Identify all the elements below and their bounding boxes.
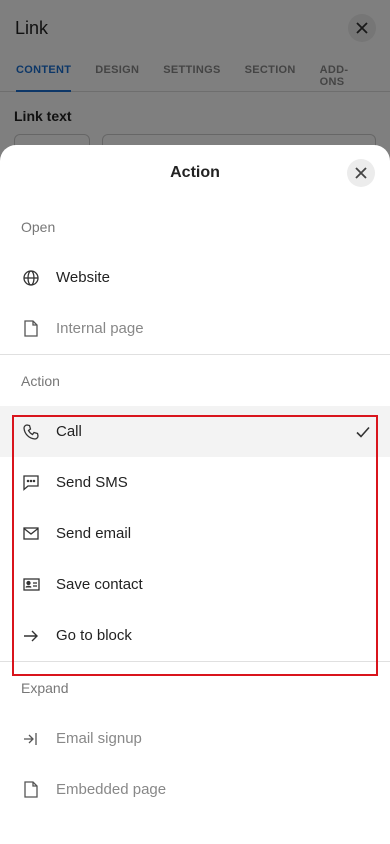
option-label: Email signup (56, 730, 142, 747)
option-label: Call (56, 423, 82, 440)
option-save-contact[interactable]: Save contact (0, 559, 390, 610)
document-icon (22, 781, 40, 799)
option-label: Save contact (56, 576, 143, 593)
option-go-to-block[interactable]: Go to block (0, 610, 390, 661)
sheet-header: Action (0, 145, 390, 201)
section-title-action: Action (21, 372, 60, 389)
option-label: Send SMS (56, 474, 128, 491)
sign-in-icon (22, 730, 40, 748)
close-icon (355, 167, 367, 179)
option-embedded-page[interactable]: Embedded page (0, 764, 390, 815)
document-icon (22, 320, 40, 338)
option-email-signup[interactable]: Email signup (0, 713, 390, 764)
option-label: Send email (56, 525, 132, 542)
action-sheet: Action Open Website Internal page Action… (0, 145, 390, 844)
contact-card-icon (22, 576, 40, 594)
phone-icon (22, 423, 40, 441)
option-website[interactable]: Website (0, 252, 390, 303)
sheet-close-button[interactable] (347, 159, 375, 187)
mail-icon (22, 525, 40, 543)
section-title-expand: Expand (21, 679, 69, 696)
checkmark-icon (356, 426, 370, 438)
arrow-right-icon (22, 627, 40, 645)
option-label: Website (56, 269, 110, 286)
globe-icon (22, 269, 40, 287)
option-label: Embedded page (56, 781, 167, 798)
option-call[interactable]: Call (0, 406, 390, 457)
sheet-title: Action (170, 164, 220, 181)
section-title-open: Open (21, 218, 56, 235)
message-icon (22, 474, 40, 492)
option-send-email[interactable]: Send email (0, 508, 390, 559)
option-label: Internal page (56, 320, 144, 337)
option-label: Go to block (56, 627, 132, 644)
option-send-sms[interactable]: Send SMS (0, 457, 390, 508)
option-internal-page[interactable]: Internal page (0, 303, 390, 354)
